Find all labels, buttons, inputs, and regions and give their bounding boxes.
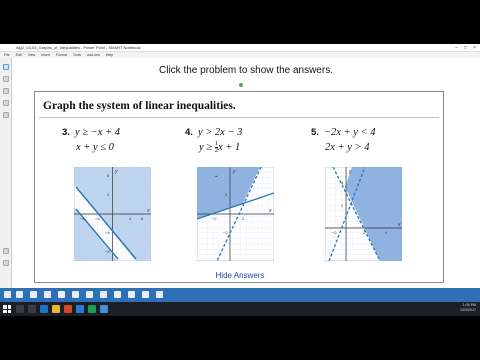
axis-label-x: x bbox=[268, 208, 272, 214]
axis-label-x: x bbox=[146, 208, 150, 214]
inequality-1: −2x + y < 4 bbox=[323, 127, 376, 138]
select-tool-icon[interactable] bbox=[100, 291, 107, 298]
gallery-icon[interactable] bbox=[3, 76, 9, 82]
screen: Alg2_03-03_Graphs_of_Inequalities - Powe… bbox=[0, 0, 480, 360]
excel-icon[interactable] bbox=[88, 305, 96, 313]
clock-date: 10/3/2017 bbox=[460, 308, 476, 312]
properties-icon[interactable] bbox=[3, 100, 9, 106]
inequality-2: x + y ≤ 0 bbox=[76, 142, 114, 153]
tick-label: −2 bbox=[332, 230, 337, 235]
full-screen-icon[interactable] bbox=[72, 291, 79, 298]
back-arrow-icon[interactable] bbox=[4, 291, 11, 298]
problem-frame: Graph the system of linear inequalities.… bbox=[34, 91, 444, 283]
smart-notebook-icon[interactable] bbox=[100, 305, 108, 313]
menu-edit[interactable]: Edit bbox=[16, 53, 22, 57]
tick-label: −4 bbox=[95, 216, 100, 221]
axis-label-x: x bbox=[397, 222, 401, 228]
attachments-icon[interactable] bbox=[3, 88, 9, 94]
tick-label: −4 bbox=[105, 230, 110, 235]
animation-dot-icon bbox=[239, 83, 243, 87]
settings-icon[interactable] bbox=[3, 248, 9, 254]
delete-page-icon[interactable] bbox=[44, 291, 51, 298]
help-icon[interactable] bbox=[3, 260, 9, 266]
close-icon[interactable]: × bbox=[473, 44, 476, 52]
axis-label-y: y bbox=[114, 169, 118, 175]
tick-label: −8 bbox=[105, 249, 110, 254]
windows-taskbar: 1:05 PM 10/3/2017 bbox=[0, 302, 480, 316]
search-icon[interactable] bbox=[16, 305, 24, 313]
tool-sidebar bbox=[0, 58, 12, 288]
pen-tool-icon[interactable] bbox=[114, 291, 121, 298]
forward-arrow-icon[interactable] bbox=[16, 291, 23, 298]
page-title: Graph the system of linear inequalities. bbox=[43, 100, 236, 112]
window-titlebar: Alg2_03-03_Graphs_of_Inequalities - Powe… bbox=[0, 44, 480, 52]
minimize-icon[interactable]: – bbox=[455, 44, 458, 52]
windows-start-icon[interactable] bbox=[3, 305, 11, 313]
menu-help[interactable]: Help bbox=[106, 53, 113, 57]
inequality-2: 2x + y > 4 bbox=[325, 142, 370, 153]
eraser-tool-icon[interactable] bbox=[128, 291, 135, 298]
problem-number: 4. bbox=[185, 127, 193, 138]
screen-shade-icon[interactable] bbox=[58, 291, 65, 298]
slide-canvas: Click the problem to show the answers. G… bbox=[12, 58, 480, 288]
inequality-2-lhs: y ≥ bbox=[199, 141, 215, 153]
inequality-1: y > 2x − 3 bbox=[197, 127, 243, 138]
menu-tools[interactable]: Tools bbox=[73, 53, 81, 57]
file-explorer-icon[interactable] bbox=[52, 305, 60, 313]
inequality-1: y ≥ −x + 4 bbox=[74, 127, 120, 138]
dual-page-icon[interactable] bbox=[86, 291, 93, 298]
graph-problem-3[interactable]: y x 8 4 −8 −4 4 8 −4 −8 bbox=[74, 167, 151, 261]
menu-add-ons[interactable]: Add-ons bbox=[87, 53, 100, 57]
problem-number: 3. bbox=[62, 127, 70, 138]
system-tray[interactable]: 1:05 PM 10/3/2017 bbox=[460, 303, 476, 313]
window-title: Alg2_03-03_Graphs_of_Inequalities - Powe… bbox=[16, 45, 141, 50]
shapes-tool-icon[interactable] bbox=[142, 291, 149, 298]
header-divider bbox=[39, 117, 439, 118]
axis-label-y: y bbox=[232, 169, 236, 175]
powerpoint-icon[interactable] bbox=[64, 305, 72, 313]
notebook-toolbar bbox=[0, 288, 480, 302]
tick-label: −2 bbox=[223, 230, 228, 235]
tick-label: −2 bbox=[212, 216, 217, 221]
text-tool-icon[interactable] bbox=[156, 291, 163, 298]
instruction-text: Click the problem to show the answers. bbox=[159, 65, 333, 76]
problem-number: 5. bbox=[311, 127, 319, 138]
inequality-2-rhs: x + 1 bbox=[217, 141, 241, 153]
word-icon[interactable] bbox=[76, 305, 84, 313]
graph-problem-4[interactable]: y x 2 −2 2 −2 ⌖ bbox=[197, 167, 274, 261]
cursor-icon: ⌖ bbox=[215, 174, 218, 180]
hide-answers-button[interactable]: Hide Answers bbox=[35, 271, 445, 280]
tick-label: −8 bbox=[80, 216, 85, 221]
page-sorter-icon[interactable] bbox=[3, 64, 9, 70]
menu-file[interactable]: File bbox=[4, 53, 10, 57]
axis-label-y: y bbox=[348, 169, 352, 175]
add-ons-icon[interactable] bbox=[3, 112, 9, 118]
menu-insert[interactable]: Insert bbox=[41, 53, 50, 57]
edge-browser-icon[interactable] bbox=[40, 305, 48, 313]
task-view-icon[interactable] bbox=[28, 305, 36, 313]
maximize-icon[interactable]: □ bbox=[464, 44, 467, 52]
menu-view[interactable]: View bbox=[28, 53, 36, 57]
graph-problem-5[interactable]: y x 4 2 −2 2 4 bbox=[325, 167, 402, 261]
add-page-icon[interactable] bbox=[30, 291, 37, 298]
menu-format[interactable]: Format bbox=[56, 53, 67, 57]
